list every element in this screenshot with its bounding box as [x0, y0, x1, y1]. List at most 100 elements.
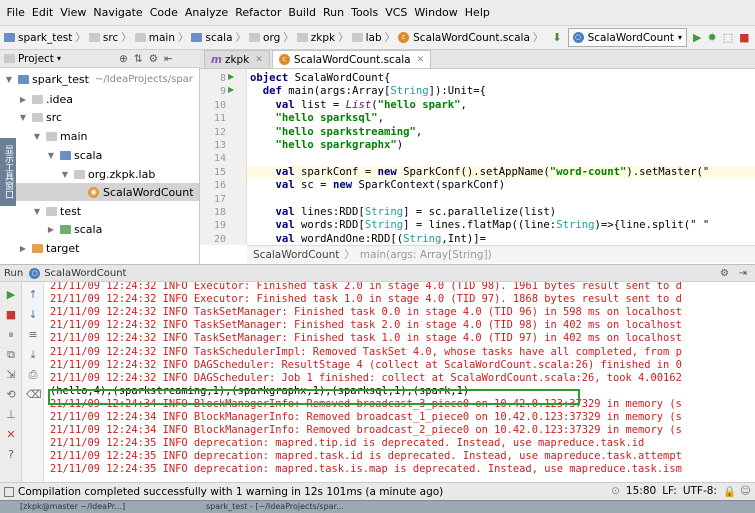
package-icon — [74, 169, 85, 179]
rerun-icon[interactable]: ▶ — [4, 288, 18, 302]
menu-run[interactable]: Run — [320, 6, 348, 19]
run-gutter-icon[interactable]: ▶ — [228, 72, 234, 81]
project-header-label[interactable]: Project — [18, 53, 54, 65]
menu-view[interactable]: View — [57, 6, 90, 19]
menu-analyze[interactable]: Analyze — [181, 6, 231, 19]
menu-code[interactable]: Code — [146, 6, 181, 19]
hide-panel-icon[interactable]: ⇥ — [739, 268, 747, 279]
debug-icon[interactable]: ✹ — [708, 31, 717, 45]
soft-wrap-icon[interactable]: ≡ — [26, 328, 40, 342]
scala-object-icon: ○ — [572, 32, 584, 43]
line-number: 9 — [219, 86, 226, 98]
collapse-icon[interactable]: ⇅ — [134, 53, 143, 65]
stop-icon[interactable]: ■ — [4, 308, 18, 322]
exit-icon[interactable]: ⇲ — [4, 368, 18, 382]
file-encoding[interactable]: UTF-8: — [683, 485, 717, 497]
tree-item-main[interactable]: ▼ main — [0, 127, 199, 145]
restore-layout-icon[interactable]: ⟲ — [4, 388, 18, 402]
nav-crumb-src[interactable]: src 〉 — [88, 30, 135, 45]
tab-scalawordcount[interactable]: c ScalaWordCount.scala ✕ — [271, 50, 432, 68]
menu-file[interactable]: File — [3, 6, 28, 19]
lock-icon[interactable]: 🔒 — [723, 485, 736, 498]
hide-panel-icon[interactable]: ⇤ — [164, 53, 173, 65]
run-gutter-icon[interactable]: ▶ — [228, 85, 234, 94]
line-number: 20 — [213, 233, 226, 245]
nav-crumb-scala[interactable]: scala 〉 — [191, 30, 249, 45]
taskbar-item-ide[interactable]: spark_test - [~/IdeaProjects/spar... — [206, 502, 344, 511]
run-config-tab[interactable]: ScalaWordCount — [44, 268, 126, 279]
menu-vcs[interactable]: VCS — [382, 6, 411, 19]
close-tab-icon[interactable]: ✕ — [255, 55, 263, 65]
code-editor[interactable]: object ScalaWordCount{ def main(args:Arr… — [247, 69, 755, 245]
help-icon[interactable]: ? — [4, 448, 18, 462]
menu-navigate[interactable]: Navigate — [90, 6, 146, 19]
menu-refactor[interactable]: Refactor — [232, 6, 285, 19]
settings-gear-icon[interactable]: ⚙ — [720, 268, 729, 279]
navigation-bar: spark_test 〉 src 〉 main 〉 scala 〉 org 〉 zkpk 〉… — [0, 26, 755, 50]
pause-icon[interactable]: ⏸ — [4, 328, 18, 342]
console-log-line: 21/11/09 12:24:35 INFO deprecation: mapr… — [50, 450, 682, 463]
dump-threads-icon[interactable]: ⧉ — [4, 348, 18, 362]
tree-item-target[interactable]: ▶ target — [0, 239, 199, 257]
line-number: 15 — [213, 166, 226, 178]
menu-build[interactable]: Build — [285, 6, 320, 19]
print-icon[interactable]: ⎙ — [26, 368, 40, 382]
pin-icon[interactable]: ⊥ — [4, 408, 18, 422]
nav-crumb-org[interactable]: org 〉 — [249, 30, 297, 45]
nav-crumb-lab[interactable]: lab 〉 — [351, 30, 399, 45]
stop-icon[interactable]: ■ — [739, 31, 749, 45]
project-tree: ▼ spark_test ~/IdeaProjects/spar ▶ .idea… — [0, 68, 200, 264]
inspector-icon[interactable]: ☺ — [740, 485, 751, 497]
locate-icon[interactable]: ⊕ — [119, 53, 128, 65]
breadcrumb-object[interactable]: ScalaWordCount — [253, 249, 339, 261]
taskbar-item-terminal[interactable]: [zkpk@master ~/IdeaPr...] — [20, 502, 125, 511]
scroll-to-end-icon[interactable]: ⤓ — [26, 348, 40, 362]
nav-crumb-zkpk[interactable]: zkpk 〉 — [296, 30, 352, 45]
tree-item-root[interactable]: ▼ spark_test ~/IdeaProjects/spar — [0, 70, 199, 88]
run-toolbar-right: ↑ ↓ ≡ ⤓ ⎙ ⌫ — [22, 282, 44, 482]
run-config-selector[interactable]: ○ ScalaWordCount ▾ — [567, 28, 688, 47]
nav-crumb-file[interactable]: c ScalaWordCount.scala 〉 — [398, 30, 546, 45]
scroll-down-icon[interactable]: ↓ — [26, 308, 40, 322]
status-message: Compilation completed successfully with … — [18, 485, 444, 498]
tree-item-idea[interactable]: ▶ .idea — [0, 90, 199, 108]
tree-item-package[interactable]: ▼ org.zkpk.lab — [0, 165, 199, 183]
coverage-icon[interactable]: ⬚ — [723, 31, 733, 45]
code-line: "hello sparkgraphx") — [275, 139, 404, 151]
close-icon[interactable]: ✕ — [4, 428, 18, 442]
nav-crumb-project[interactable]: spark_test 〉 — [4, 30, 89, 45]
scroll-up-icon[interactable]: ↑ — [26, 288, 40, 302]
tree-item-scala[interactable]: ▼ scala — [0, 146, 199, 164]
console-log-line: 21/11/09 12:24:32 INFO Executor: Finishe… — [50, 282, 682, 292]
console-log-line: 21/11/09 12:24:32 INFO TaskSetManager: F… — [50, 332, 682, 345]
menu-help[interactable]: Help — [461, 6, 493, 19]
caret-position[interactable]: 15:80 — [626, 485, 656, 497]
tab-zkpk[interactable]: m zkpk ✕ — [204, 50, 270, 68]
status-right: ⊙ 15:80 LF: UTF-8: 🔒 ☺ — [611, 482, 755, 500]
console-output[interactable]: 21/11/09 12:24:32 INFO Executor: Finishe… — [44, 282, 755, 482]
menu-tools[interactable]: Tools — [348, 6, 382, 19]
arrow-down-icon[interactable]: ⬇ — [552, 31, 561, 45]
toggle-tool-windows-icon[interactable] — [4, 486, 14, 497]
scala-file-icon: c — [278, 54, 290, 65]
tree-item-scalawordcount[interactable]: ◉ ScalaWordCount — [0, 183, 199, 201]
line-separator[interactable]: LF: — [662, 485, 677, 497]
console-log-line: 21/11/09 12:24:35 INFO deprecation: mapr… — [50, 463, 682, 476]
tree-item-src[interactable]: ▼ src — [0, 108, 199, 126]
breadcrumb-method[interactable]: main(args: Array[String]) — [360, 249, 492, 261]
folder-icon — [32, 94, 43, 104]
module-icon: m — [211, 53, 222, 66]
run-config-icon: ○ — [29, 267, 41, 279]
clear-all-icon[interactable]: ⌫ — [26, 388, 42, 402]
run-icon[interactable]: ▶ — [693, 31, 701, 45]
tree-item-test-scala[interactable]: ▶ scala — [0, 220, 199, 238]
close-tab-icon[interactable]: ✕ — [417, 55, 425, 65]
nav-crumb-main[interactable]: main 〉 — [134, 30, 192, 45]
project-view-icon — [4, 54, 15, 63]
menu-window[interactable]: Window — [411, 6, 461, 19]
menu-edit[interactable]: Edit — [28, 6, 56, 19]
settings-gear-icon[interactable]: ⚙ — [149, 53, 158, 65]
tree-item-test[interactable]: ▼ test — [0, 202, 199, 220]
expanded-arrow-icon: ▼ — [47, 150, 55, 160]
show-tool-windows-tooltip: 显示工具窗口 — [0, 138, 16, 206]
